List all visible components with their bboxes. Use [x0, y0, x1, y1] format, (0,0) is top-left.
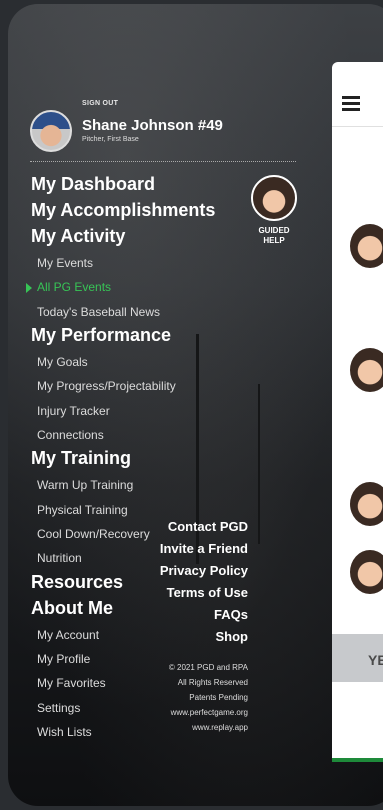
- contact-link[interactable]: Contact PGD: [160, 516, 248, 538]
- nav-physical-training[interactable]: Physical Training: [37, 503, 128, 517]
- nav-my-performance[interactable]: My Performance: [31, 325, 171, 346]
- secondary-links: Contact PGD Invite a Friend Privacy Poli…: [160, 516, 248, 648]
- nav-warm-up-training[interactable]: Warm Up Training: [37, 478, 133, 492]
- main-content-panel[interactable]: YE: [332, 62, 383, 762]
- shop-link[interactable]: Shop: [160, 626, 249, 648]
- invite-link[interactable]: Invite a Friend: [160, 538, 248, 560]
- nav-my-events[interactable]: My Events: [37, 256, 93, 270]
- guided-help-label[interactable]: GUIDED HELP: [248, 226, 300, 246]
- faqs-link[interactable]: FAQs: [160, 604, 248, 626]
- nav-cool-down-recovery[interactable]: Cool Down/Recovery: [37, 527, 150, 541]
- nav-injury-tracker[interactable]: Injury Tracker: [37, 404, 110, 418]
- privacy-link[interactable]: Privacy Policy: [160, 560, 248, 582]
- user-name: Shane Johnson #49: [82, 117, 223, 134]
- active-arrow-icon: [26, 283, 32, 293]
- nav-my-account[interactable]: My Account: [37, 628, 99, 642]
- profile-divider: [30, 161, 296, 162]
- coach-avatar: [350, 482, 383, 526]
- copyright-text: © 2021 PGD and RPA: [168, 663, 248, 672]
- coach-avatar: [350, 224, 383, 268]
- legal-info: © 2021 PGD and RPA All Rights Reserved P…: [169, 660, 248, 735]
- terms-link[interactable]: Terms of Use: [160, 582, 248, 604]
- nav-my-favorites[interactable]: My Favorites: [37, 676, 106, 690]
- nav-settings[interactable]: Settings: [37, 701, 80, 715]
- device-frame: YE SIGN OUT Shane Johnson #49 Pitcher, F…: [8, 4, 383, 806]
- nav-all-pg-events[interactable]: All PG Events: [26, 280, 112, 294]
- hamburger-menu-icon[interactable]: [342, 96, 360, 114]
- nav-my-training[interactable]: My Training: [31, 448, 131, 469]
- side-menu: SIGN OUT Shane Johnson #49 Pitcher, Firs…: [8, 4, 332, 806]
- user-role: Pitcher, First Base: [82, 136, 139, 143]
- guided-help-avatar[interactable]: [251, 175, 297, 221]
- user-avatar[interactable]: [30, 110, 72, 152]
- patents-text: Patents Pending: [189, 693, 248, 702]
- coach-avatar: [350, 550, 383, 594]
- replay-url[interactable]: www.replay.app: [169, 720, 248, 735]
- nav-todays-news[interactable]: Today's Baseball News: [37, 305, 160, 319]
- nav-my-accomplishments[interactable]: My Accomplishments: [31, 200, 215, 221]
- nav-my-profile[interactable]: My Profile: [37, 652, 90, 666]
- nav-about-me[interactable]: About Me: [31, 598, 113, 619]
- panel-bottom-accent: [332, 758, 383, 762]
- nav-my-activity[interactable]: My Activity: [31, 226, 125, 247]
- nav-wish-lists[interactable]: Wish Lists: [37, 725, 92, 739]
- nav-my-goals[interactable]: My Goals: [37, 355, 88, 369]
- guided-help-label-line2: HELP: [263, 236, 285, 245]
- nav-my-progress[interactable]: My Progress/Projectability: [37, 379, 176, 393]
- nav-connections[interactable]: Connections: [37, 428, 104, 442]
- perfectgame-url[interactable]: www.perfectgame.org: [169, 705, 248, 720]
- coach-avatar: [350, 348, 383, 392]
- sign-out-link[interactable]: SIGN OUT: [82, 100, 118, 107]
- nav-resources[interactable]: Resources: [31, 572, 123, 593]
- header-divider: [332, 126, 383, 127]
- nav-all-pg-events-label: All PG Events: [37, 280, 112, 294]
- nav-nutrition[interactable]: Nutrition: [37, 551, 82, 565]
- rights-text: All Rights Reserved: [177, 678, 248, 687]
- guided-help-label-line1: GUIDED: [258, 226, 290, 235]
- nav-my-dashboard[interactable]: My Dashboard: [31, 174, 155, 195]
- panel-action-button[interactable]: YE: [332, 634, 383, 682]
